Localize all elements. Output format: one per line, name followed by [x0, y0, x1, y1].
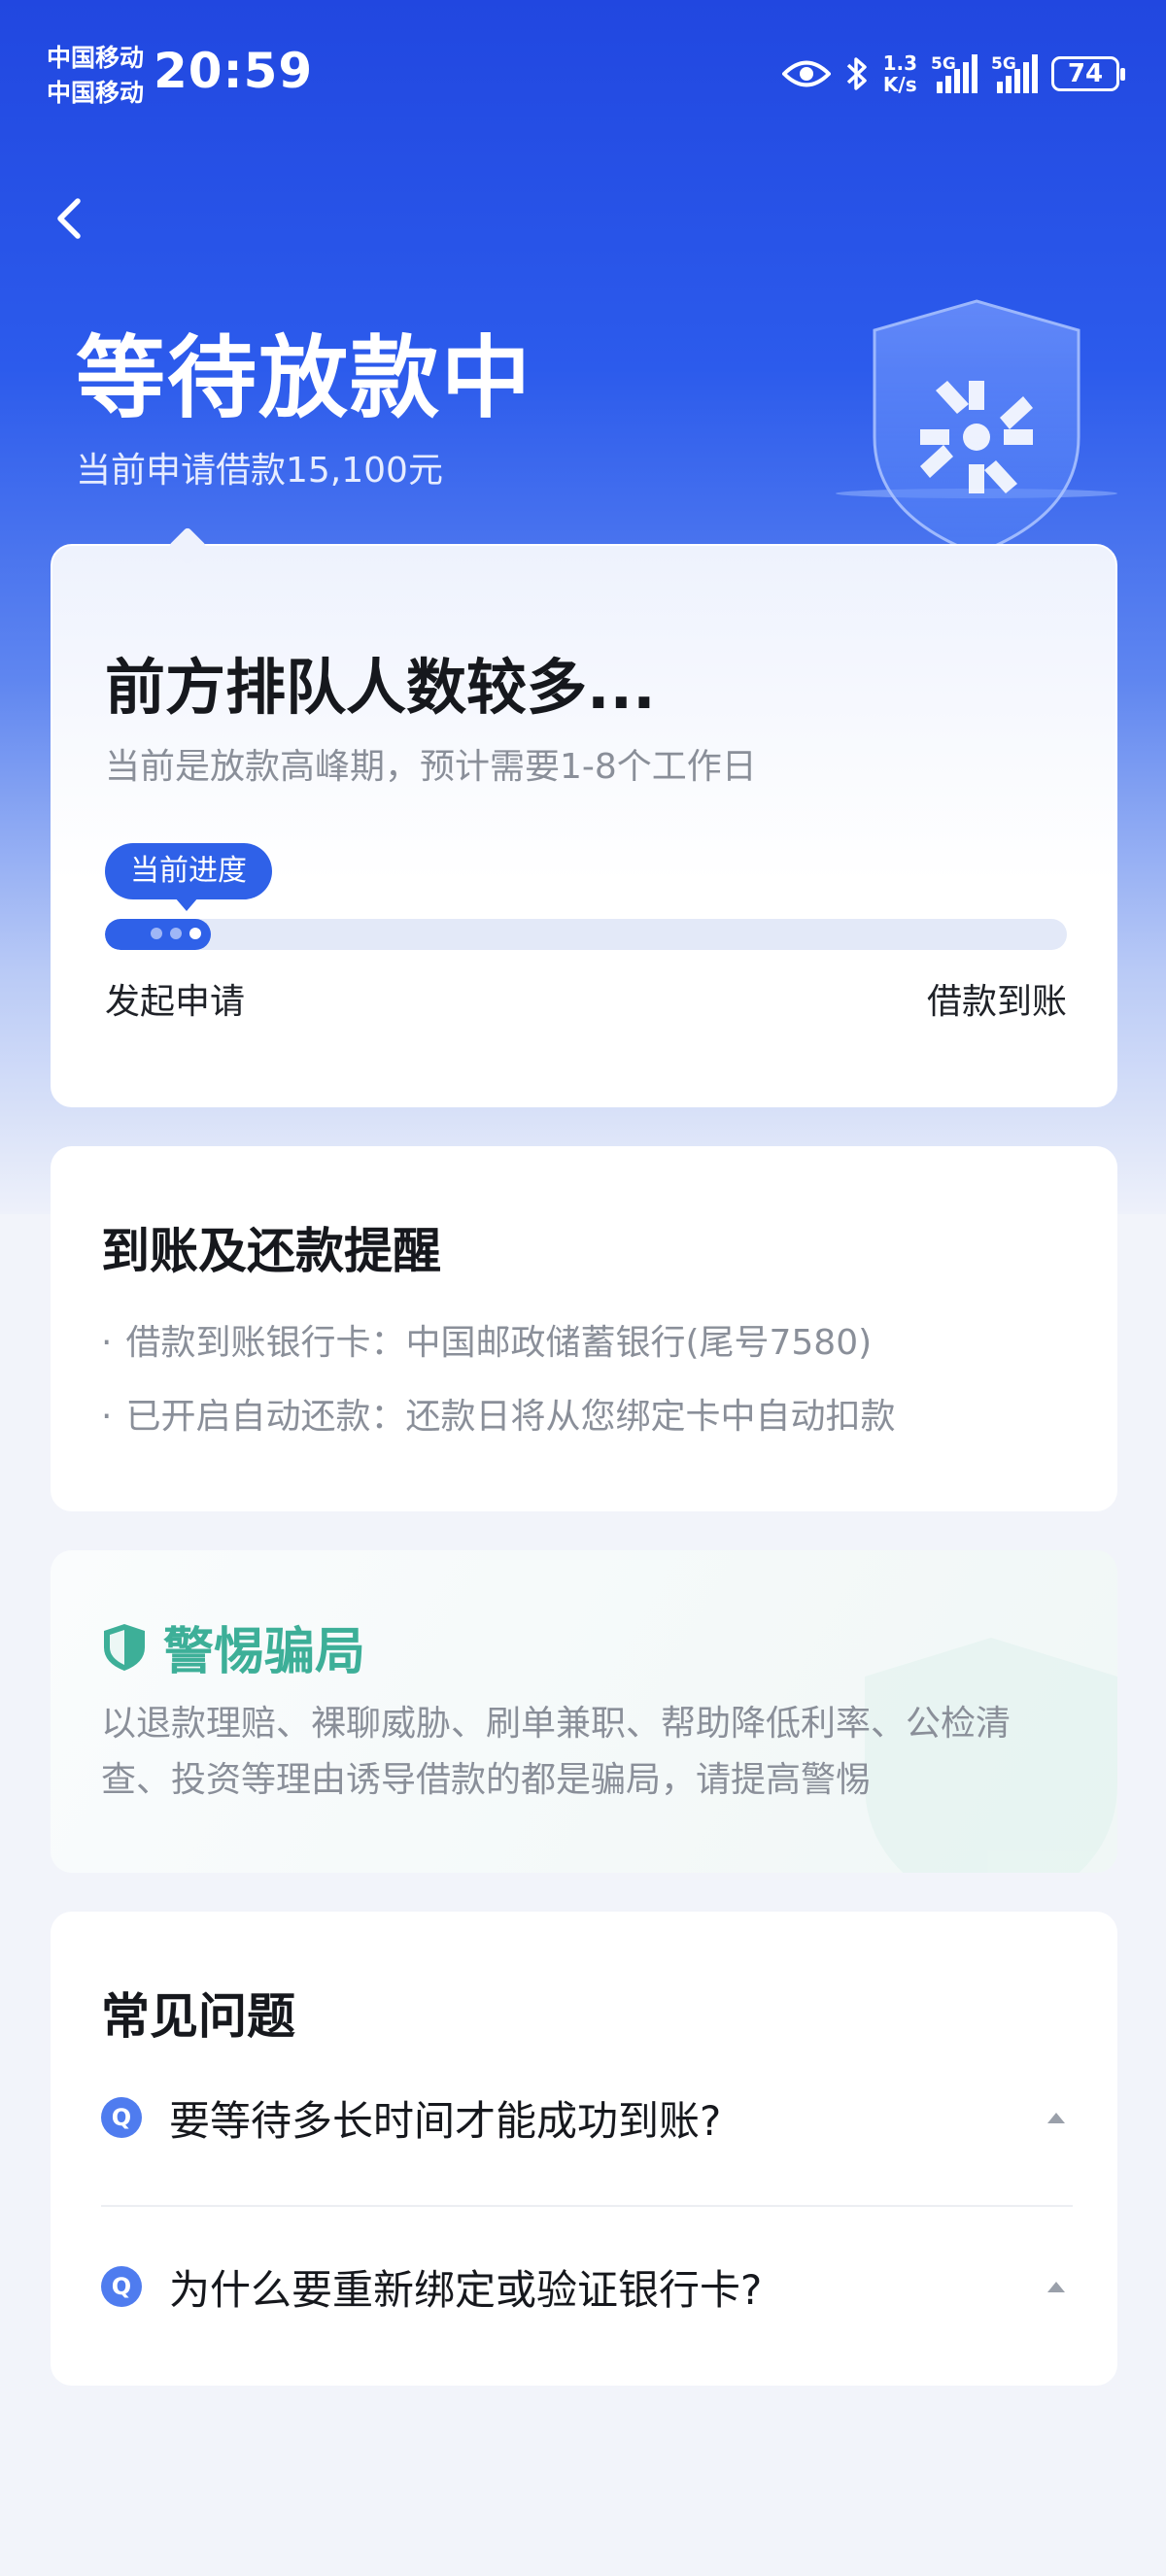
- reminder-list: 借款到账银行卡：中国邮政储蓄银行(尾号7580) 已开启自动还款：还款日将从您绑…: [101, 1306, 895, 1454]
- caret-up-icon: [1047, 2281, 1065, 2292]
- carrier-labels: 中国移动 中国移动: [47, 41, 144, 111]
- clock: 20:59: [154, 43, 314, 99]
- faq-item-rebind-card[interactable]: Q 为什么要重新绑定或验证银行卡?: [101, 2228, 1073, 2345]
- carrier-1: 中国移动: [47, 44, 145, 72]
- signal-1-label: 5G: [931, 54, 956, 74]
- progress-fill: [105, 919, 211, 950]
- bluetooth-icon: [844, 54, 870, 93]
- faq-title: 常见问题: [101, 1988, 295, 2045]
- signal-2-label: 5G: [991, 54, 1016, 74]
- progress-dots-icon: [150, 928, 201, 939]
- question-icon: Q: [101, 2266, 142, 2307]
- question-icon: Q: [101, 2097, 142, 2138]
- status-icons: 1.3 K/s 5G 5G 74: [781, 47, 1125, 101]
- faq-question: 为什么要重新绑定或验证银行卡?: [169, 2265, 763, 2314]
- fraud-warning-card: 警惕骗局 以退款理赔、裸聊威胁、刷单兼职、帮助降低利率、公检清查、投资等理由诱导…: [51, 1550, 1117, 1873]
- signal-icon: 5G: [931, 54, 977, 93]
- reminder-item-bank: 借款到账银行卡：中国邮政储蓄银行(尾号7580): [101, 1306, 895, 1380]
- net-speed-unit: K/s: [882, 73, 917, 96]
- progress-start-label: 发起申请: [105, 982, 246, 1022]
- status-bar: 中国移动 中国移动 20:59 1.3 K/s 5G 5G 74: [0, 0, 1166, 146]
- progress-tooltip: 当前进度: [105, 843, 272, 911]
- faq-item-wait-time[interactable]: Q 要等待多长时间才能成功到账?: [101, 2059, 1073, 2176]
- progress-end-label: 借款到账: [926, 982, 1067, 1022]
- reminder-title: 到账及还款提醒: [101, 1223, 441, 1279]
- progress-bar: [105, 919, 1067, 950]
- reminder-card: 到账及还款提醒 借款到账银行卡：中国邮政储蓄银行(尾号7580) 已开启自动还款…: [51, 1146, 1117, 1511]
- queue-subtitle: 当前是放款高峰期，预计需要1-8个工作日: [105, 747, 757, 787]
- loan-amount-subtitle: 当前申请借款15,100元: [76, 451, 443, 491]
- faq-question: 要等待多长时间才能成功到账?: [169, 2096, 722, 2145]
- page-title: 等待放款中: [76, 326, 533, 430]
- warning-heading: 警惕骗局: [101, 1610, 365, 1683]
- network-speed: 1.3 K/s: [883, 52, 917, 95]
- reminder-item-autopay: 已开启自动还款：还款日将从您绑定卡中自动扣款: [101, 1380, 895, 1454]
- faq-card: 常见问题 Q 要等待多长时间才能成功到账? Q 为什么要重新绑定或验证银行卡?: [51, 1912, 1117, 2386]
- queue-title: 前方排队人数较多...: [105, 652, 656, 723]
- shield-check-icon: [104, 1623, 145, 1671]
- divider: [101, 2205, 1073, 2207]
- net-speed-value: 1.3: [882, 51, 917, 75]
- chevron-left-icon: [57, 198, 81, 239]
- caret-up-icon: [1047, 2112, 1065, 2123]
- progress-labels: 发起申请 借款到账: [105, 973, 1067, 1024]
- battery-level: 74: [1067, 59, 1104, 88]
- progress-card: 前方排队人数较多... 当前是放款高峰期，预计需要1-8个工作日 当前进度 发起…: [51, 526, 1117, 1107]
- shield-logo-icon: [836, 291, 1117, 563]
- warning-body: 以退款理赔、裸聊威胁、刷单兼职、帮助降低利率、公检清查、投资等理由诱导借款的都是…: [101, 1704, 1012, 1800]
- carrier-2: 中国移动: [47, 79, 145, 107]
- eye-icon: [781, 57, 831, 90]
- signal-icon-2: 5G: [991, 54, 1038, 93]
- back-button[interactable]: [43, 189, 101, 248]
- warning-title: 警惕骗局: [163, 1623, 366, 1681]
- battery-icon: 74: [1051, 56, 1125, 91]
